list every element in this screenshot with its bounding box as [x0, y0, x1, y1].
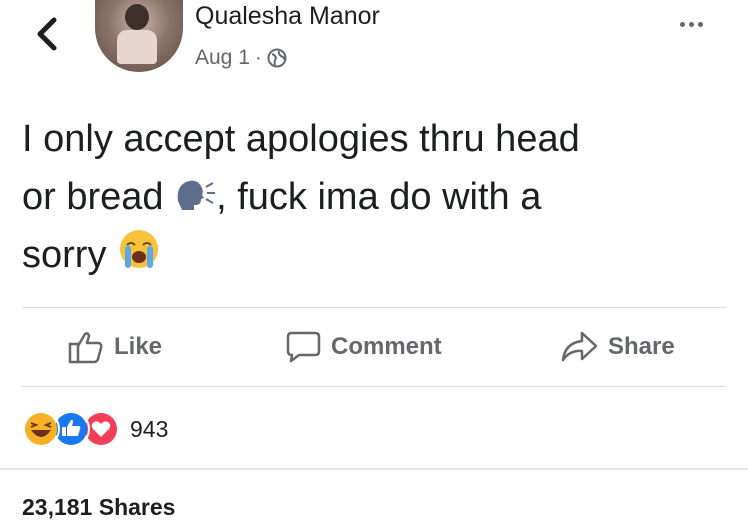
more-dot [698, 22, 703, 27]
author-name[interactable]: Qualesha Manor [195, 2, 380, 31]
section-separator [0, 468, 748, 470]
avatar-head-shape [125, 4, 149, 30]
crying-face-icon [120, 230, 159, 268]
divider-bottom [22, 386, 726, 387]
back-chevron-icon[interactable] [30, 14, 64, 54]
post-meta: Aug 1 · [195, 46, 287, 70]
post-line-2b: , fuck ima do with a [216, 176, 542, 218]
comment-label: Comment [331, 333, 442, 360]
reaction-summary[interactable]: 943 [22, 410, 168, 448]
post-line-3: sorry [22, 226, 722, 284]
action-bar: Like Comment Share [0, 322, 748, 376]
avatar-body-shape [117, 30, 157, 64]
speaking-head-icon [177, 180, 216, 210]
share-label: Share [608, 333, 675, 360]
divider-top [22, 307, 726, 308]
like-button[interactable]: Like [68, 330, 162, 364]
meta-separator: · [254, 46, 262, 69]
comment-bubble-icon [286, 331, 321, 363]
post-text: I only accept apologies thru head or bre… [22, 110, 722, 284]
shares-count[interactable]: 23,181 Shares [22, 494, 175, 521]
thumbs-up-icon [68, 332, 103, 364]
post-line-2a: or bread [22, 176, 164, 218]
post-line-3-text: sorry [22, 234, 107, 276]
like-label: Like [114, 333, 163, 360]
more-options-icon[interactable] [680, 22, 703, 27]
author-avatar[interactable] [95, 0, 183, 72]
post-line-2: or bread , fuck ima do with a [22, 168, 722, 226]
globe-icon [267, 48, 287, 68]
share-arrow-icon [561, 331, 598, 362]
post-date[interactable]: Aug 1 [195, 46, 250, 70]
comment-button[interactable]: Comment [285, 330, 442, 364]
more-dot [680, 22, 685, 27]
more-dot [689, 22, 694, 27]
share-button[interactable]: Share [560, 330, 675, 364]
post-line-1: I only accept apologies thru head [22, 118, 580, 160]
reaction-count: 943 [130, 415, 169, 442]
haha-icon [22, 410, 60, 448]
